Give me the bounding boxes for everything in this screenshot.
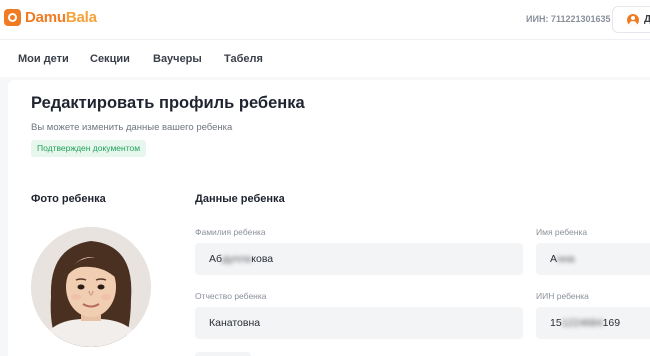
verified-status-badge: Подтвержден документом bbox=[31, 140, 147, 157]
logo-text: DamuBala bbox=[25, 9, 97, 26]
next-field-partial[interactable] bbox=[195, 352, 251, 356]
top-bar: DamuBala ИИН: 711221301635 Д bbox=[0, 0, 650, 40]
data-section-title: Данные ребенка bbox=[195, 193, 285, 205]
last-name-label: Фамилия ребенка bbox=[195, 227, 266, 237]
user-icon bbox=[627, 14, 639, 26]
last-name-field[interactable]: Абдуллакова bbox=[195, 243, 523, 275]
page-subtitle: Вы можете изменить данные вашего ребенка bbox=[31, 122, 233, 133]
user-iin: ИИН: 711221301635 bbox=[526, 14, 611, 24]
nav-my-children[interactable]: Мои дети bbox=[18, 53, 69, 65]
patronymic-label: Отчество ребенка bbox=[195, 291, 267, 301]
first-name-field[interactable]: Анна bbox=[536, 243, 650, 275]
logo-icon bbox=[4, 9, 21, 26]
child-iin-label: ИИН ребенка bbox=[536, 291, 589, 301]
page-title: Редактировать профиль ребенка bbox=[31, 94, 305, 112]
nav-vouchers[interactable]: Ваучеры bbox=[153, 53, 202, 65]
main-nav: Мои дети Секции Ваучеры Табеля bbox=[0, 41, 650, 77]
redacted-text: нна bbox=[557, 253, 575, 265]
photo-section-title: Фото ребенка bbox=[31, 193, 106, 205]
child-photo-image bbox=[31, 227, 151, 347]
redacted-text: дулла bbox=[222, 253, 252, 265]
patronymic-field[interactable]: Канатовна bbox=[195, 307, 523, 339]
user-menu-button[interactable]: Д bbox=[612, 6, 650, 33]
redacted-text: 1224684 bbox=[561, 317, 603, 329]
first-name-label: Имя ребенка bbox=[536, 227, 588, 237]
nav-timesheets[interactable]: Табеля bbox=[224, 53, 263, 65]
child-iin-field[interactable]: 151224684169 bbox=[536, 307, 650, 339]
child-photo-avatar[interactable] bbox=[31, 227, 151, 347]
damubala-logo[interactable]: DamuBala bbox=[4, 9, 97, 26]
nav-sections[interactable]: Секции bbox=[90, 53, 130, 65]
user-name-initial: Д bbox=[644, 14, 650, 25]
